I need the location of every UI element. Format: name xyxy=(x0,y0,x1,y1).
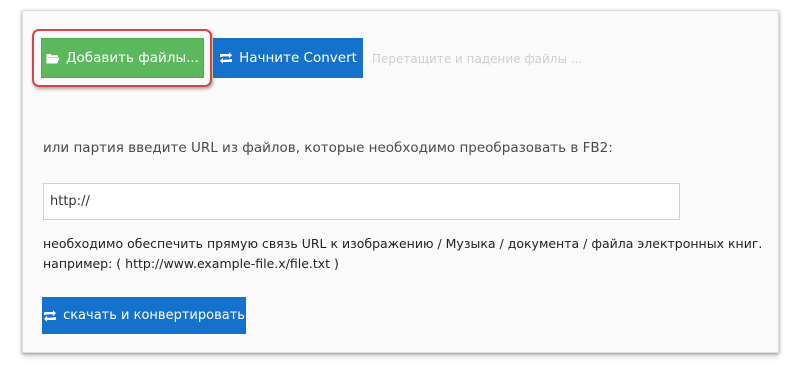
download-convert-button[interactable]: скачать и конвертировать xyxy=(42,297,246,334)
url-note-example: например: ( http://www.example-file.x/fi… xyxy=(43,256,339,271)
folder-open-icon xyxy=(46,54,60,64)
start-convert-button[interactable]: Начните Convert xyxy=(213,38,363,78)
refresh-icon xyxy=(44,309,57,322)
download-convert-label: скачать и конвертировать xyxy=(63,308,245,323)
add-files-button[interactable]: Добавить файлы... xyxy=(41,38,204,78)
start-convert-label: Начните Convert xyxy=(239,50,357,66)
url-note-line1: необходимо обеспечить прямую связь URL к… xyxy=(43,236,763,251)
url-prompt-label: или партия введите URL из файлов, которы… xyxy=(43,140,613,156)
drop-zone-hint[interactable]: Перетащите и падение файлы ... xyxy=(372,52,582,66)
url-input[interactable] xyxy=(43,183,680,220)
add-files-label: Добавить файлы... xyxy=(66,50,199,66)
refresh-icon xyxy=(220,52,233,64)
